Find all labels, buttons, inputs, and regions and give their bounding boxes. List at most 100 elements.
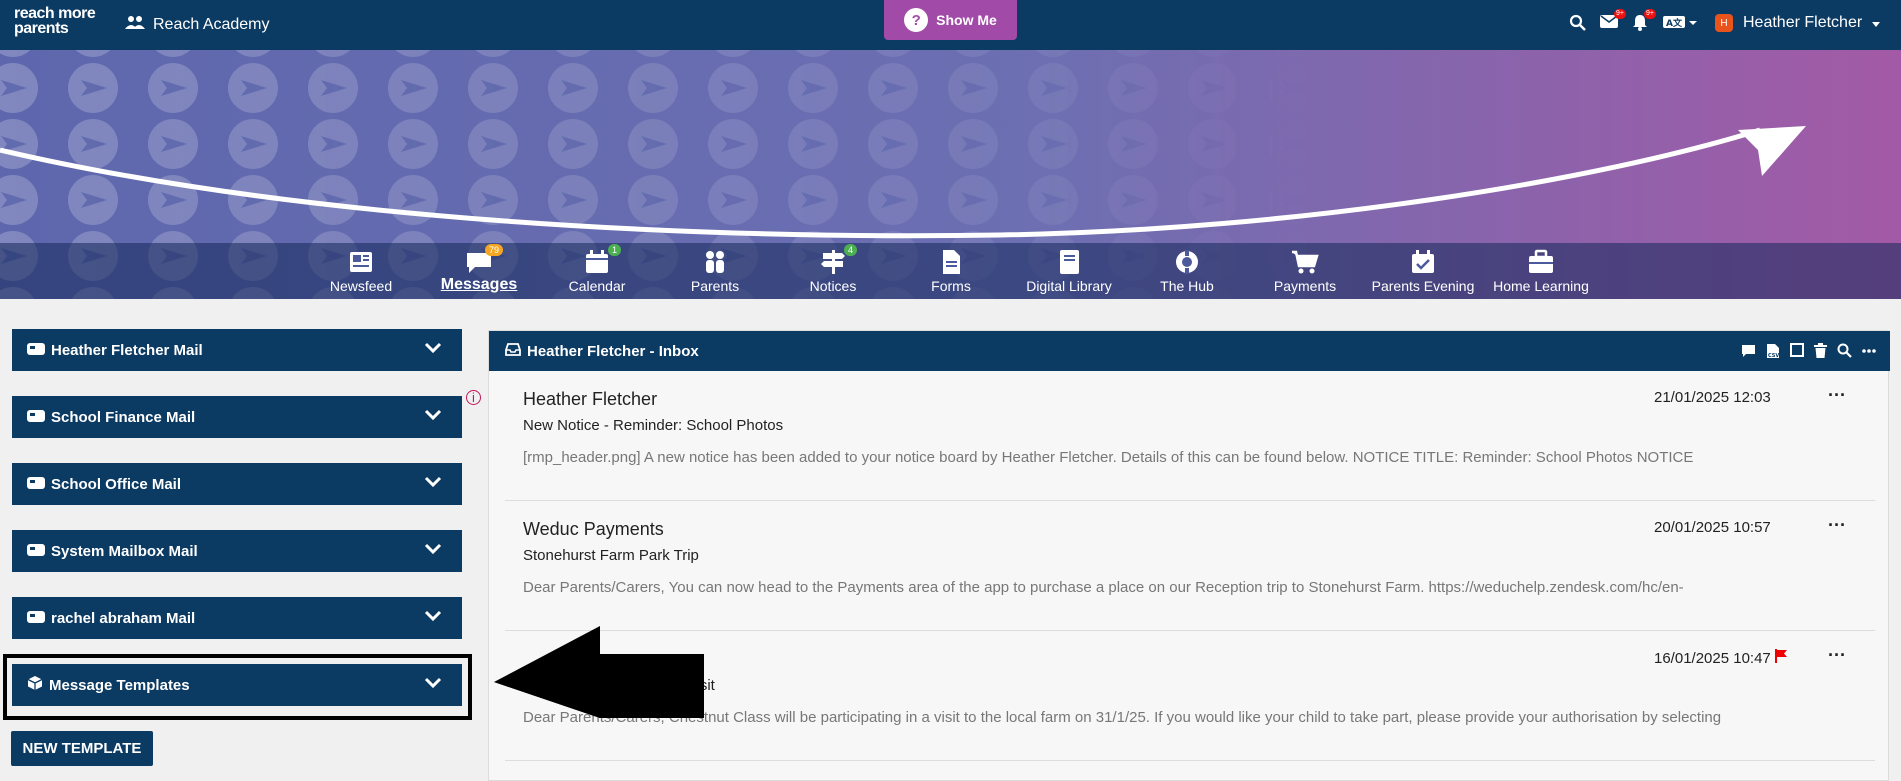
logo[interactable]: reach more parents xyxy=(14,5,104,37)
avatar: H xyxy=(1715,14,1733,32)
nav-the-hub-label: The Hub xyxy=(1160,278,1214,294)
message-date: 21/01/2025 12:03 xyxy=(1654,389,1771,406)
message-date: 20/01/2025 10:57 xyxy=(1654,519,1771,536)
more-options-icon[interactable] xyxy=(1862,343,1876,363)
nav-the-hub[interactable]: The Hub xyxy=(1132,243,1242,299)
cart-icon xyxy=(1291,249,1319,275)
mailbox-icon xyxy=(27,342,45,359)
annotation-arrow xyxy=(494,626,704,718)
users-icon xyxy=(125,14,145,35)
message-preview: Dear Parents/Carers, You can now head to… xyxy=(523,579,1684,596)
message-more-icon[interactable]: ··· xyxy=(1828,515,1846,536)
mailbox-icon xyxy=(27,409,45,426)
mail-badge: 9+ xyxy=(1614,9,1626,19)
lifebuoy-icon xyxy=(1173,249,1201,275)
mailbox-label: System Mailbox Mail xyxy=(51,542,198,560)
mailbox-icon xyxy=(27,543,45,560)
inbox-icon xyxy=(505,342,521,360)
nav-calendar-label: Calendar xyxy=(568,278,626,294)
chevron-down-icon xyxy=(424,609,442,626)
nav-payments-label: Payments xyxy=(1273,278,1337,294)
nav-newsfeed[interactable]: Newsfeed xyxy=(306,243,416,299)
inbox-header: Heather Fletcher - Inbox CSV xyxy=(489,331,1890,371)
nav-parents-evening[interactable]: Parents Evening xyxy=(1368,243,1478,299)
message-item[interactable]: Heather Fletcher New Notice - Reminder: … xyxy=(505,371,1875,501)
calendar-check-icon xyxy=(1409,249,1437,275)
message-date-text: 16/01/2025 10:47 xyxy=(1654,650,1771,667)
user-name: Heather Fletcher xyxy=(1743,14,1863,31)
calendar-icon: 1 xyxy=(583,244,621,275)
message-item[interactable]: visit Dear Parents/Carers, Chestnut Clas… xyxy=(505,631,1875,761)
bell-icon[interactable]: 9+ xyxy=(1632,9,1656,36)
compose-icon[interactable] xyxy=(1741,343,1756,363)
svg-text:A文: A文 xyxy=(1666,17,1683,29)
trash-icon[interactable] xyxy=(1814,343,1827,363)
mail-icon[interactable]: 9+ xyxy=(1600,9,1626,34)
message-item[interactable]: Weduc Payments Stonehurst Farm Park Trip… xyxy=(505,501,1875,631)
nav-newsfeed-label: Newsfeed xyxy=(329,278,393,294)
chevron-down-icon xyxy=(1872,14,1881,32)
csv-export-icon[interactable]: CSV xyxy=(1766,343,1780,363)
select-all-icon[interactable] xyxy=(1790,343,1804,363)
svg-text:CSV: CSV xyxy=(1768,353,1779,359)
signpost-icon: 4 xyxy=(819,244,857,275)
new-template-button[interactable]: NEW TEMPLATE xyxy=(11,731,153,766)
flag-icon[interactable] xyxy=(1774,649,1787,667)
top-bar: reach more parents Reach Academy ? Show … xyxy=(0,0,1901,50)
nav-parents-evening-label: Parents Evening xyxy=(1371,278,1475,294)
language-icon[interactable]: A文 xyxy=(1663,14,1697,35)
chevron-down-icon xyxy=(424,408,442,425)
chevron-down-icon xyxy=(424,542,442,559)
nav-notices[interactable]: 4 Notices xyxy=(778,243,888,299)
nav-forms[interactable]: Forms xyxy=(896,243,1006,299)
family-icon xyxy=(701,249,729,275)
logo-line-2: parents xyxy=(14,20,69,37)
nav-messages[interactable]: 79 Messages xyxy=(424,243,534,299)
document-icon xyxy=(937,249,965,275)
user-menu[interactable]: H Heather Fletcher xyxy=(1715,14,1881,32)
briefcase-icon xyxy=(1527,249,1555,275)
chevron-down-icon xyxy=(424,341,442,358)
search-icon[interactable] xyxy=(1837,343,1852,363)
info-icon[interactable]: i xyxy=(466,390,481,405)
school-switcher[interactable]: Reach Academy xyxy=(125,14,270,35)
nav-calendar[interactable]: 1 Calendar xyxy=(542,243,652,299)
mailbox-icon xyxy=(27,476,45,493)
mailbox-school-office[interactable]: School Office Mail xyxy=(12,463,462,505)
nav-forms-label: Forms xyxy=(931,278,971,294)
message-more-icon[interactable]: ··· xyxy=(1828,385,1846,406)
nav-notices-label: Notices xyxy=(809,278,857,294)
show-me-button[interactable]: ? Show Me xyxy=(884,0,1017,40)
message-subject: New Notice - Reminder: School Photos xyxy=(523,417,784,434)
highlight-box xyxy=(3,654,472,720)
mailbox-icon xyxy=(27,610,45,627)
mailbox-system[interactable]: System Mailbox Mail xyxy=(12,530,462,572)
bell-badge: 9+ xyxy=(1644,9,1656,19)
search-icon[interactable] xyxy=(1569,14,1586,36)
message-sender: Weduc Payments xyxy=(523,519,664,539)
nav-digital-library[interactable]: Digital Library xyxy=(1014,243,1124,299)
mailbox-rachel-abraham[interactable]: rachel abraham Mail xyxy=(12,597,462,639)
nav-home-learning-label: Home Learning xyxy=(1493,278,1589,294)
nav-payments[interactable]: Payments xyxy=(1250,243,1360,299)
message-sender: Heather Fletcher xyxy=(523,389,658,409)
chat-icon: 79 xyxy=(465,244,503,275)
school-name: Reach Academy xyxy=(153,15,270,33)
nav-parents-label: Parents xyxy=(690,278,740,294)
nav-home-learning[interactable]: Home Learning xyxy=(1486,243,1596,299)
message-subject: Stonehurst Farm Park Trip xyxy=(523,547,699,564)
nav-messages-label: Messages xyxy=(440,276,518,293)
nav-items: Newsfeed 79 Messages 1 Calendar Parents … xyxy=(0,243,1901,299)
mailbox-heather-fletcher[interactable]: Heather Fletcher Mail xyxy=(12,329,462,371)
message-date: 16/01/2025 10:47 xyxy=(1654,649,1787,667)
inbox-title: Heather Fletcher - Inbox xyxy=(527,342,699,360)
notices-badge: 4 xyxy=(843,244,857,256)
nav-digital-library-label: Digital Library xyxy=(1026,278,1112,294)
newspaper-icon xyxy=(347,249,375,275)
messages-badge: 79 xyxy=(484,244,503,256)
mailbox-school-finance[interactable]: School Finance Mail xyxy=(12,396,462,438)
logo-line-1: reach more xyxy=(14,5,96,22)
inbox-toolbar: CSV xyxy=(1741,343,1876,363)
nav-parents[interactable]: Parents xyxy=(660,243,770,299)
message-more-icon[interactable]: ··· xyxy=(1828,645,1846,666)
